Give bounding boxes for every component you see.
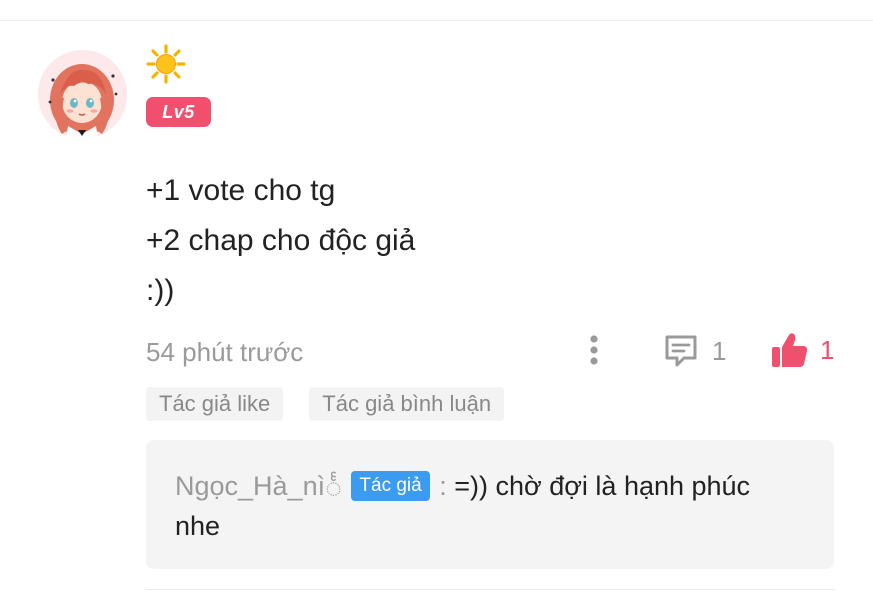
like-count: 1 [820,334,835,365]
top-divider [0,20,873,21]
thumbs-up-icon [772,333,808,367]
reply-text: Ngọc_Hà_nìင်္ Tác giả : =)) chờ đợi là h… [175,466,795,546]
level-badge: Lv5 [146,97,211,127]
sun-emoji-icon [146,44,186,84]
reply-author[interactable]: Ngọc_Hà_nìင်္ [175,471,342,501]
comment-line: +1 vote cho tg [146,174,336,207]
reply-button[interactable]: 1 [662,331,726,371]
author-badge: Tác giả [351,471,430,501]
tag-author-comment: Tác giả bình luận [309,387,505,421]
comment-line: :)) [146,274,175,307]
bottom-divider [146,589,835,590]
reply-separator: : [439,471,455,501]
comment-body: +1 vote cho tg +2 chap cho độc giả :)) [146,166,415,316]
tag-author-like: Tác giả like [146,387,284,421]
reply-box: Ngọc_Hà_nìင်္ Tác giả : =)) chờ đợi là h… [146,440,834,569]
comment-tags: Tác giả like Tác giả bình luận [146,387,505,421]
like-button[interactable]: 1 [770,330,834,370]
user-avatar[interactable] [38,50,127,139]
anime-girl-avatar-icon [38,50,127,139]
comment-timestamp: 54 phút trước [146,337,304,367]
reply-count: 1 [712,335,727,366]
more-options-icon[interactable] [583,332,605,368]
comment-line: +2 chap cho độc giả [146,224,416,257]
comment-bubble-icon [665,335,697,367]
